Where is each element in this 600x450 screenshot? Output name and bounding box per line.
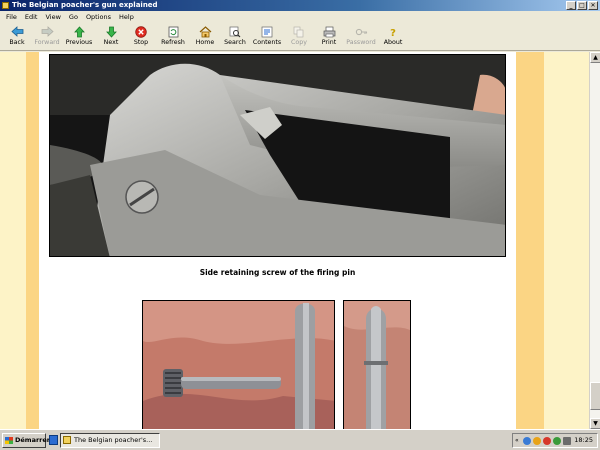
quick-launch-icon[interactable] (49, 435, 58, 445)
clock: 18:25 (574, 436, 593, 444)
back-arrow-icon (10, 25, 24, 38)
print-button[interactable]: Print (314, 23, 344, 51)
down-arrow-icon (104, 25, 118, 38)
next-button[interactable]: Next (96, 23, 126, 51)
photo-caption: Side retaining screw of the firing pin (199, 268, 356, 277)
left-margin-band (0, 52, 39, 429)
update-icon[interactable] (553, 437, 561, 445)
right-margin-outer (544, 52, 589, 429)
up-arrow-icon (72, 25, 86, 38)
forward-button[interactable]: Forward (32, 23, 62, 51)
refresh-icon (166, 25, 180, 38)
right-margin-band (516, 52, 544, 429)
refresh-button[interactable]: Refresh (156, 23, 190, 51)
help-icon: ? (386, 25, 400, 38)
previous-button[interactable]: Previous (62, 23, 96, 51)
stop-button[interactable]: Stop (126, 23, 156, 51)
close-button[interactable]: ✕ (588, 1, 598, 10)
contents-button[interactable]: Contents (250, 23, 284, 51)
menu-go[interactable]: Go (65, 11, 82, 23)
photo-firing-pin-closeup (343, 300, 411, 429)
forward-arrow-icon (40, 25, 54, 38)
copy-icon (292, 25, 306, 38)
tray-expand-icon[interactable]: « (515, 436, 519, 445)
vertical-scrollbar[interactable]: ▲ ▼ (589, 52, 600, 429)
window-title: The Belgian poacher's gun explained (12, 1, 158, 9)
taskbar-window-button[interactable]: The Belgian poacher's... (60, 433, 160, 448)
network-icon[interactable] (523, 437, 531, 445)
copy-button[interactable]: Copy (284, 23, 314, 51)
browser-window: The Belgian poacher's gun explained _ □ … (0, 0, 600, 429)
minimize-button[interactable]: _ (566, 1, 576, 10)
windows-logo-icon (5, 437, 13, 444)
start-button[interactable]: Démarrer (2, 433, 50, 448)
key-icon (354, 25, 368, 38)
page-body: Side retaining screw of the firing pin (39, 52, 516, 429)
menu-edit[interactable]: Edit (21, 11, 42, 23)
home-button[interactable]: Home (190, 23, 220, 51)
print-icon (322, 25, 336, 38)
photo-screw-in-hand (142, 300, 335, 429)
content-viewport: Side retaining screw of the firing pin (0, 52, 589, 429)
toolbar: Back Forward Previous Next Stop Refresh … (0, 23, 600, 51)
about-button[interactable]: ? About (378, 23, 408, 51)
app-icon (2, 2, 9, 9)
scroll-thumb[interactable] (590, 382, 600, 410)
maximize-button[interactable]: □ (577, 1, 587, 10)
menu-bar: File Edit View Go Options Help (0, 11, 600, 23)
search-icon (228, 25, 242, 38)
back-button[interactable]: Back (2, 23, 32, 51)
app-icon (63, 436, 71, 444)
scroll-down-button[interactable]: ▼ (590, 418, 600, 429)
search-button[interactable]: Search (220, 23, 250, 51)
menu-file[interactable]: File (2, 11, 21, 23)
password-button[interactable]: Password (344, 23, 378, 51)
system-tray: « 18:25 (512, 433, 598, 448)
menu-view[interactable]: View (41, 11, 64, 23)
menu-help[interactable]: Help (115, 11, 138, 23)
home-icon (198, 25, 212, 38)
scroll-up-button[interactable]: ▲ (590, 52, 600, 63)
volume-icon[interactable] (563, 437, 571, 445)
title-bar: The Belgian poacher's gun explained _ □ … (0, 0, 600, 11)
taskbar: Démarrer The Belgian poacher's... « 18:2… (0, 429, 600, 450)
antivirus-icon[interactable] (543, 437, 551, 445)
menu-options[interactable]: Options (82, 11, 115, 23)
photo-firing-pin-side (49, 54, 506, 257)
svg-text:?: ? (390, 28, 396, 38)
contents-icon (260, 25, 274, 38)
stop-icon (134, 25, 148, 38)
security-icon[interactable] (533, 437, 541, 445)
